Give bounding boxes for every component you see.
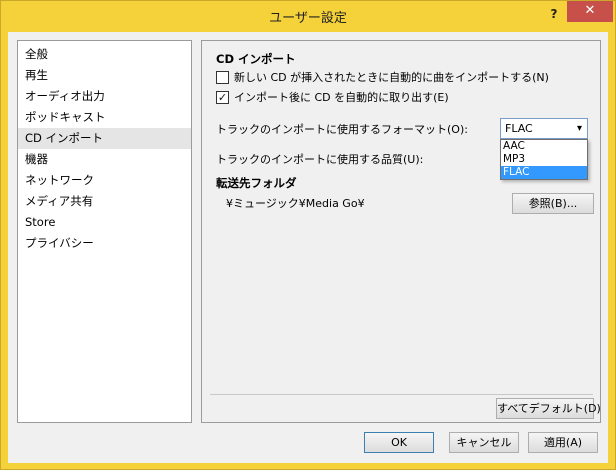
sidebar-item-privacy[interactable]: プライバシー xyxy=(18,233,191,254)
cancel-button[interactable]: キャンセル xyxy=(449,432,519,453)
settings-category-list: 全般 再生 オーディオ出力 ポッドキャスト CD インポート 機器 ネットワーク… xyxy=(17,40,192,423)
format-option-mp3[interactable]: MP3 xyxy=(501,153,587,166)
quality-label: トラックのインポートに使用する品質(U): xyxy=(216,153,424,166)
format-select-value: FLAC xyxy=(505,122,533,135)
sidebar-item-playback[interactable]: 再生 xyxy=(18,65,191,86)
sidebar-item-general[interactable]: 全般 xyxy=(18,44,191,65)
sidebar-item-media-sharing[interactable]: メディア共有 xyxy=(18,191,191,212)
ok-button[interactable]: OK xyxy=(364,432,434,453)
auto-import-option[interactable]: 新しい CD が挿入されたときに自動的に曲をインポートする(N) xyxy=(216,69,549,85)
auto-eject-option[interactable]: ✓ インポート後に CD を自動的に取り出す(E) xyxy=(216,89,449,105)
format-label: トラックのインポートに使用するフォーマット(O): xyxy=(216,123,468,136)
close-button[interactable]: ✕ xyxy=(567,1,613,22)
format-dropdown-list: AAC MP3 FLAC xyxy=(500,139,588,180)
cd-import-panel: CD インポート 新しい CD が挿入されたときに自動的に曲をインポートする(N… xyxy=(201,40,601,423)
destination-path: ¥ミュージック¥Media Go¥ xyxy=(226,197,365,210)
format-select[interactable]: FLAC ▾ xyxy=(500,118,588,139)
apply-button[interactable]: 適用(A) xyxy=(528,432,598,453)
format-option-flac[interactable]: FLAC xyxy=(501,166,587,179)
panel-divider xyxy=(210,394,593,395)
browse-button[interactable]: 参照(B)... xyxy=(512,193,594,214)
settings-window: ユーザー設定 ? ✕ 全般 再生 オーディオ出力 ポッドキャスト CD インポー… xyxy=(0,0,616,470)
restore-defaults-button[interactable]: すべてデフォルト(D) xyxy=(496,398,601,419)
window-title: ユーザー設定 xyxy=(269,11,347,26)
help-button[interactable]: ? xyxy=(545,5,563,23)
sidebar-item-podcast[interactable]: ポッドキャスト xyxy=(18,107,191,128)
title-bar[interactable]: ユーザー設定 ? ✕ xyxy=(1,1,615,32)
auto-import-checkbox[interactable] xyxy=(216,70,229,84)
auto-eject-checkbox[interactable]: ✓ xyxy=(216,90,229,104)
sidebar-item-cd-import[interactable]: CD インポート xyxy=(18,128,191,149)
section-heading-destination: 転送先フォルダ xyxy=(216,176,297,190)
section-heading-cd-import: CD インポート xyxy=(216,52,296,66)
format-option-aac[interactable]: AAC xyxy=(501,140,587,153)
auto-eject-label: インポート後に CD を自動的に取り出す(E) xyxy=(234,91,449,104)
sidebar-item-audio-output[interactable]: オーディオ出力 xyxy=(18,86,191,107)
sidebar-item-store[interactable]: Store xyxy=(18,212,191,233)
auto-import-label: 新しい CD が挿入されたときに自動的に曲をインポートする(N) xyxy=(234,71,549,84)
chevron-down-icon: ▾ xyxy=(576,123,582,134)
dialog-client: 全般 再生 オーディオ出力 ポッドキャスト CD インポート 機器 ネットワーク… xyxy=(8,32,608,463)
sidebar-item-devices[interactable]: 機器 xyxy=(18,149,191,170)
sidebar-item-network[interactable]: ネットワーク xyxy=(18,170,191,191)
